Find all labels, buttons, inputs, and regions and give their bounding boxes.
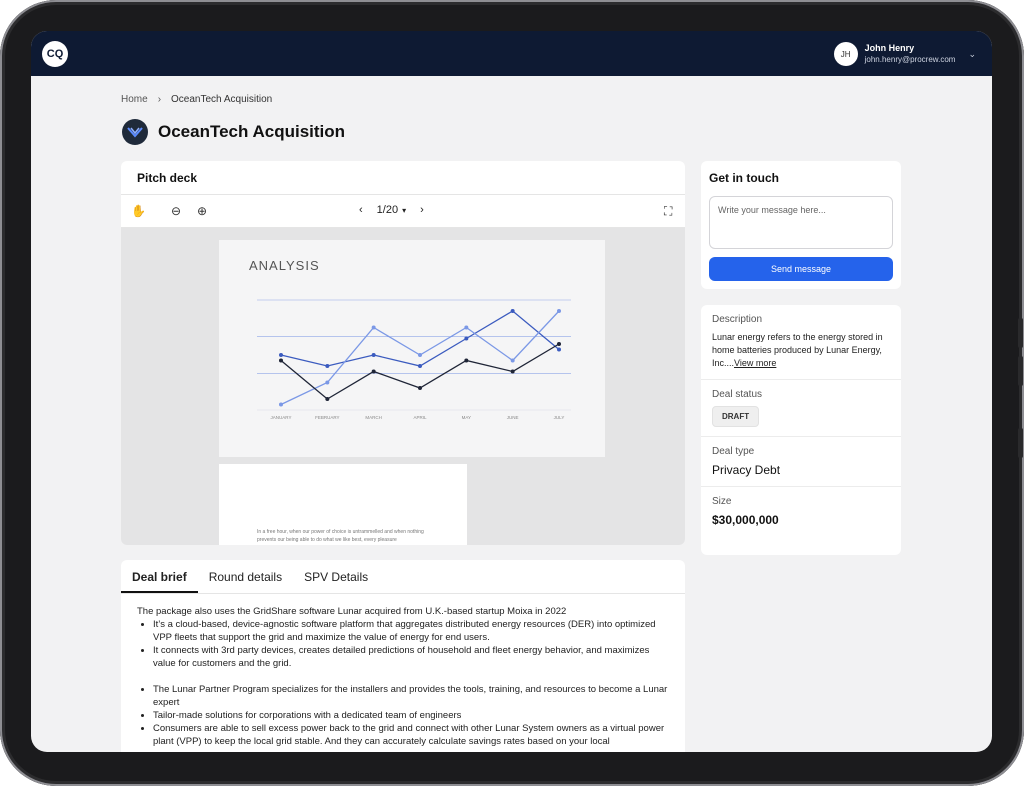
chevron-right-icon[interactable]: ›: [420, 204, 424, 216]
x-tick-label: MARCH: [365, 415, 382, 420]
breadcrumb-current: OceanTech Acquisition: [171, 94, 273, 105]
data-point: [371, 369, 376, 374]
view-more-link[interactable]: View more: [734, 358, 776, 368]
get-in-touch-title: Get in touch: [709, 171, 779, 185]
data-point: [325, 364, 330, 368]
slide-2: In a free hour, when our power of choice…: [219, 464, 467, 545]
description-text: Lunar energy refers to the energy stored…: [712, 331, 890, 370]
data-point: [510, 369, 515, 374]
data-point: [418, 386, 422, 390]
data-point: [464, 358, 469, 363]
tablet-frame: CQ JH John Henry john.henry@procrew.com …: [0, 0, 1024, 786]
page-indicator[interactable]: 1/20: [377, 204, 398, 216]
data-point: [557, 342, 561, 346]
x-tick-label: FEBRUARY: [315, 415, 339, 420]
analysis-chart: JANUARY FEBRUARY MARCH APRIL MAY JUNE JULY: [257, 299, 571, 420]
deal-brief-card: Deal brief Round details SPV Details The…: [121, 560, 685, 752]
deal-brief-content: The package also uses the GridShare soft…: [121, 594, 685, 752]
x-tick-label: APRIL: [413, 415, 427, 420]
tab-spv-details[interactable]: SPV Details: [293, 560, 379, 593]
description-label: Description: [712, 314, 763, 325]
data-point: [325, 380, 330, 385]
chevron-right-icon: ›: [157, 94, 162, 105]
chevron-down-icon[interactable]: ⌄: [968, 49, 976, 60]
tab-round-details[interactable]: Round details: [198, 560, 293, 593]
data-point: [464, 325, 469, 330]
data-point: [279, 353, 283, 357]
volume-down-button: [1018, 356, 1023, 386]
data-point: [510, 358, 515, 363]
list-item: It connects with 3rd party devices, crea…: [153, 644, 669, 670]
page-title: OceanTech Acquisition: [158, 122, 346, 141]
series-line-2: [280, 343, 560, 400]
deal-status-label: Deal status: [712, 389, 763, 400]
app-screen: CQ JH John Henry john.henry@procrew.com …: [31, 31, 992, 752]
user-email: john.henry@procrew.com: [864, 55, 956, 64]
series-line-0: [280, 310, 560, 367]
user-name: John Henry: [864, 43, 915, 53]
data-point: [557, 309, 561, 313]
data-point: [279, 402, 283, 407]
pitch-deck-card: Pitch deck ✋ ⊖ ⊕ ‹ 1/20 ▾ › ⛶ ANALYSIS J…: [121, 161, 685, 545]
data-point: [371, 353, 376, 357]
company-logo-icon: [122, 119, 148, 145]
x-tick-label: MAY: [462, 415, 471, 420]
app-logo[interactable]: CQ: [42, 41, 68, 67]
chevron-down-icon[interactable]: ▾: [402, 206, 406, 215]
list-item: It’s a cloud-based, device-agnostic soft…: [153, 618, 669, 644]
tab-bar: Deal brief Round details SPV Details: [121, 560, 685, 594]
send-message-button[interactable]: Send message: [709, 257, 893, 281]
size-label: Size: [712, 496, 732, 507]
data-point: [418, 353, 422, 357]
data-point: [557, 347, 561, 352]
data-point: [279, 358, 283, 363]
message-input[interactable]: Write your message here...: [709, 196, 893, 249]
deal-status-section: Deal status DRAFT: [701, 380, 901, 437]
series-line-1: [280, 310, 560, 406]
volume-up-button: [1018, 318, 1023, 348]
fullscreen-icon[interactable]: ⛶: [664, 204, 672, 219]
get-in-touch-card: Get in touch Write your message here... …: [701, 161, 901, 289]
user-menu[interactable]: JH John Henry john.henry@procrew.com ⌄: [833, 41, 976, 67]
breadcrumb: Home › OceanTech Acquisition: [121, 94, 272, 105]
slide-2-text: In a free hour, when our power of choice…: [257, 529, 424, 543]
data-point: [464, 336, 469, 341]
slide-1: ANALYSIS JANUARY FEBRUARY MARCH APRIL MAY JUN…: [219, 240, 605, 457]
deal-info-card: Description Lunar energy refers to the e…: [701, 305, 901, 555]
zoom-in-icon[interactable]: ⊕: [197, 204, 207, 218]
brief-list-1: It’s a cloud-based, device-agnostic soft…: [153, 618, 669, 670]
page-header: OceanTech Acquisition: [122, 119, 345, 145]
deal-type-label: Deal type: [712, 446, 755, 457]
breadcrumb-home[interactable]: Home: [121, 94, 148, 105]
pdf-viewer[interactable]: ANALYSIS JANUARY FEBRUARY MARCH APRIL MAY JUN…: [121, 228, 685, 545]
size-section: Size $30,000,000: [701, 487, 901, 536]
x-tick-label: JUNE: [507, 415, 519, 420]
pitch-deck-title: Pitch deck: [121, 161, 685, 195]
brief-list-2: The Lunar Partner Program specializes fo…: [153, 683, 669, 748]
viewer-toolbar: ✋ ⊖ ⊕ ‹ 1/20 ▾ › ⛶: [121, 195, 685, 228]
data-point: [418, 364, 422, 368]
x-tick-label: JANUARY: [271, 415, 292, 420]
description-section: Description Lunar energy refers to the e…: [701, 305, 901, 380]
x-tick-label: JULY: [554, 415, 565, 420]
top-navigation-bar: CQ JH John Henry john.henry@procrew.com …: [31, 31, 992, 76]
list-item: Tailor-made solutions for corporations w…: [153, 709, 669, 722]
brief-intro: The package also uses the GridShare soft…: [137, 606, 567, 617]
data-point: [371, 325, 376, 330]
deal-type-section: Deal type Privacy Debt: [701, 437, 901, 487]
list-item: Consumers are able to sell excess power …: [153, 722, 669, 748]
avatar: JH: [833, 42, 858, 66]
data-point: [325, 397, 330, 401]
list-item: The Lunar Partner Program specializes fo…: [153, 683, 669, 709]
status-badge: DRAFT: [712, 406, 760, 427]
hand-tool-icon[interactable]: ✋: [131, 204, 146, 218]
page-navigator: ‹ 1/20 ▾ ›: [359, 204, 424, 216]
power-button: [1018, 428, 1023, 458]
chevron-left-icon[interactable]: ‹: [359, 204, 363, 216]
data-point: [510, 309, 515, 313]
size-value: $30,000,000: [712, 513, 779, 527]
tab-deal-brief[interactable]: Deal brief: [121, 560, 198, 593]
zoom-out-icon[interactable]: ⊖: [171, 204, 181, 218]
deal-type-value: Privacy Debt: [712, 463, 781, 477]
